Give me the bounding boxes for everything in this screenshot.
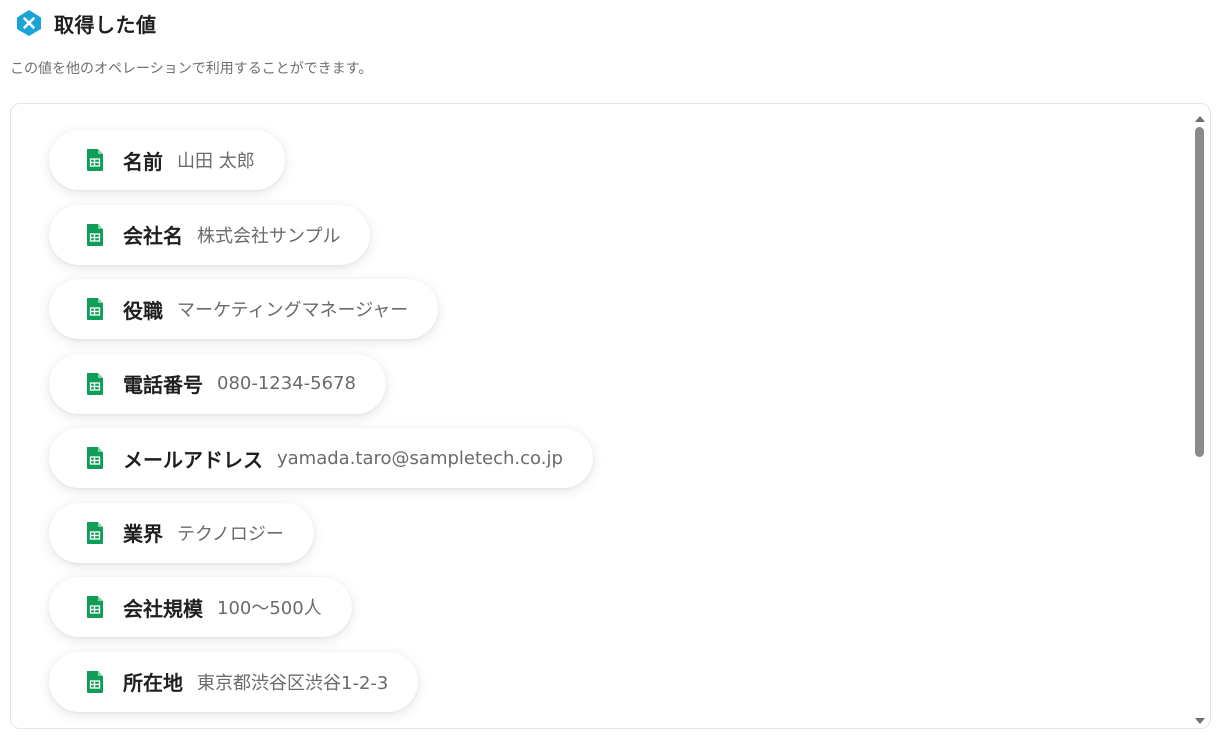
field-value: テクノロジー bbox=[177, 523, 284, 545]
description-text: この値を他のオペレーションで利用することができます。 bbox=[10, 61, 373, 77]
field-value: 株式会社サンプル bbox=[197, 225, 341, 247]
field-value: 東京都渋谷区渋谷1-2-3 bbox=[197, 672, 389, 694]
field-chip[interactable]: 電話番号 080-1234-5678 bbox=[49, 353, 386, 414]
field-value: マーケティングマネージャー bbox=[177, 300, 409, 321]
field-value: 山田 太郎 bbox=[177, 151, 255, 172]
google-sheets-icon bbox=[85, 595, 105, 619]
field-label: 所在地 bbox=[123, 671, 183, 695]
field-row: 電話番号 080-1234-5678 bbox=[49, 353, 1149, 429]
field-row: 会社規模 100～500人 bbox=[49, 577, 1149, 652]
field-chip[interactable]: 役職 マーケティングマネージャー bbox=[49, 279, 439, 339]
scroll-thumb[interactable] bbox=[1195, 127, 1204, 457]
header: 取得した値 bbox=[14, 8, 157, 38]
yoom-x-logo-icon bbox=[14, 8, 44, 38]
scroll-up-arrow-icon[interactable] bbox=[1194, 110, 1206, 122]
field-chip[interactable]: メールアドレス yamada.taro@sampletech.co.jp bbox=[49, 428, 593, 488]
google-sheets-icon bbox=[85, 297, 105, 321]
google-sheets-icon bbox=[85, 148, 105, 172]
field-chip[interactable]: 会社規模 100～500人 bbox=[49, 577, 352, 637]
field-label: 会社規模 bbox=[123, 596, 203, 621]
field-row: 名前 山田 太郎 bbox=[49, 130, 1149, 205]
field-chip[interactable]: 名前 山田 太郎 bbox=[49, 130, 285, 190]
field-chip[interactable]: 会社名 株式会社サンプル bbox=[49, 204, 371, 265]
scroll-down-arrow-icon[interactable] bbox=[1194, 712, 1206, 724]
field-value: 100～500人 bbox=[217, 598, 322, 619]
field-row: 役職 マーケティングマネージャー bbox=[49, 279, 1149, 354]
field-chip[interactable]: 所在地 東京都渋谷区渋谷1-2-3 bbox=[49, 651, 419, 712]
scrollbar[interactable] bbox=[1192, 104, 1208, 728]
field-label: 名前 bbox=[123, 149, 163, 174]
field-row: メールアドレス yamada.taro@sampletech.co.jp bbox=[49, 428, 1149, 503]
field-label: 役職 bbox=[123, 298, 163, 323]
google-sheets-icon bbox=[85, 670, 105, 694]
field-row: 会社名 株式会社サンプル bbox=[49, 204, 1149, 280]
page-title: 取得した値 bbox=[54, 12, 157, 37]
field-row: 業界 テクノロジー bbox=[49, 502, 1149, 578]
field-row: 所在地 東京都渋谷区渋谷1-2-3 bbox=[49, 651, 1149, 727]
field-label: 業界 bbox=[123, 522, 163, 546]
google-sheets-icon bbox=[85, 223, 105, 247]
google-sheets-icon bbox=[85, 372, 105, 396]
field-label: メールアドレス bbox=[123, 447, 263, 472]
field-label: 電話番号 bbox=[123, 373, 203, 397]
fields-panel: 名前 山田 太郎会社名 株式会社サンプル役職 マーケティングマネージャー電話番号 080… bbox=[10, 103, 1211, 729]
google-sheets-icon bbox=[85, 446, 105, 470]
field-label: 会社名 bbox=[123, 224, 183, 248]
field-value: 080-1234-5678 bbox=[217, 373, 356, 394]
field-list: 名前 山田 太郎会社名 株式会社サンプル役職 マーケティングマネージャー電話番号 080… bbox=[49, 130, 1149, 726]
google-sheets-icon bbox=[85, 521, 105, 545]
field-value: yamada.taro@sampletech.co.jp bbox=[277, 447, 563, 469]
field-chip[interactable]: 業界 テクノロジー bbox=[49, 502, 314, 563]
